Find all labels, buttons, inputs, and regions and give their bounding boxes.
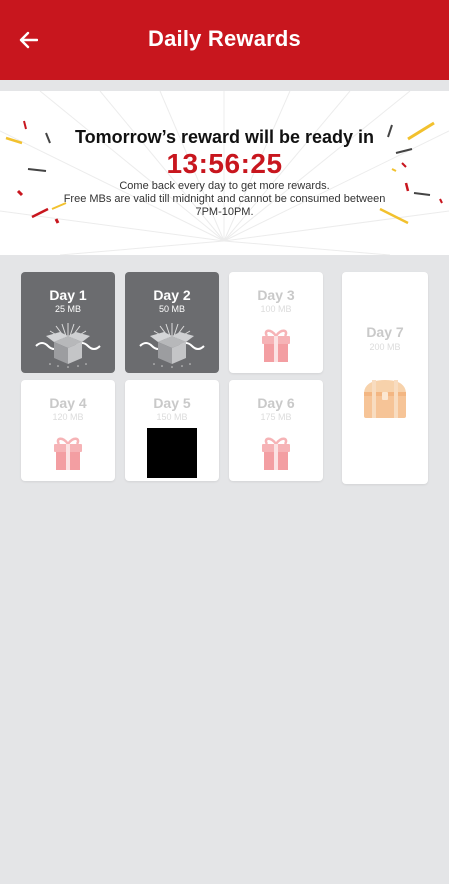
day-reward-mb: 25 MB	[54, 304, 81, 314]
day-label: Day 1	[49, 287, 87, 303]
day-reward-mb: 175 MB	[260, 412, 292, 422]
redacted-region	[147, 428, 197, 478]
day-reward-mb: 50 MB	[158, 304, 185, 314]
reward-info-line: Come back every day to get more rewards.	[119, 180, 330, 192]
day-card-4[interactable]: Day 4 120 MB	[21, 380, 115, 481]
page-title: Daily Rewards	[147, 26, 301, 51]
gift-icon	[54, 437, 82, 470]
day-card-3[interactable]: Day 3 100 MB	[229, 272, 323, 373]
day-label: Day 7	[366, 324, 404, 340]
day-card-2[interactable]: Day 2 50 MB	[125, 272, 219, 373]
open-box-icon	[35, 323, 101, 368]
reward-timer-banner: Tomorrow’s reward will be ready in 13:56…	[0, 91, 449, 255]
gift-icon	[262, 437, 290, 470]
day-label: Day 2	[153, 287, 191, 303]
day-reward-mb: 150 MB	[156, 412, 188, 422]
day-label: Day 6	[257, 395, 295, 411]
day-card-1[interactable]: Day 1 25 MB	[21, 272, 115, 373]
day-reward-mb: 100 MB	[260, 304, 292, 314]
countdown-timer: 13:56:25	[166, 148, 283, 179]
reward-heading: Tomorrow’s reward will be ready in	[74, 127, 375, 147]
day-reward-mb: 120 MB	[52, 412, 84, 422]
day-label: Day 5	[153, 395, 191, 411]
day-card-7[interactable]: Day 7 200 MB	[342, 272, 428, 484]
day-label: Day 4	[49, 395, 87, 411]
reward-validity-note: Free MBs are valid till midnight and can…	[63, 193, 386, 218]
day-card-6[interactable]: Day 6 175 MB	[229, 380, 323, 481]
treasure-chest-icon	[364, 380, 406, 418]
open-box-icon	[139, 323, 205, 368]
gift-icon	[262, 329, 290, 362]
day-reward-mb: 200 MB	[369, 342, 401, 352]
day-label: Day 3	[257, 287, 295, 303]
app-bar: Daily Rewards	[0, 0, 449, 80]
